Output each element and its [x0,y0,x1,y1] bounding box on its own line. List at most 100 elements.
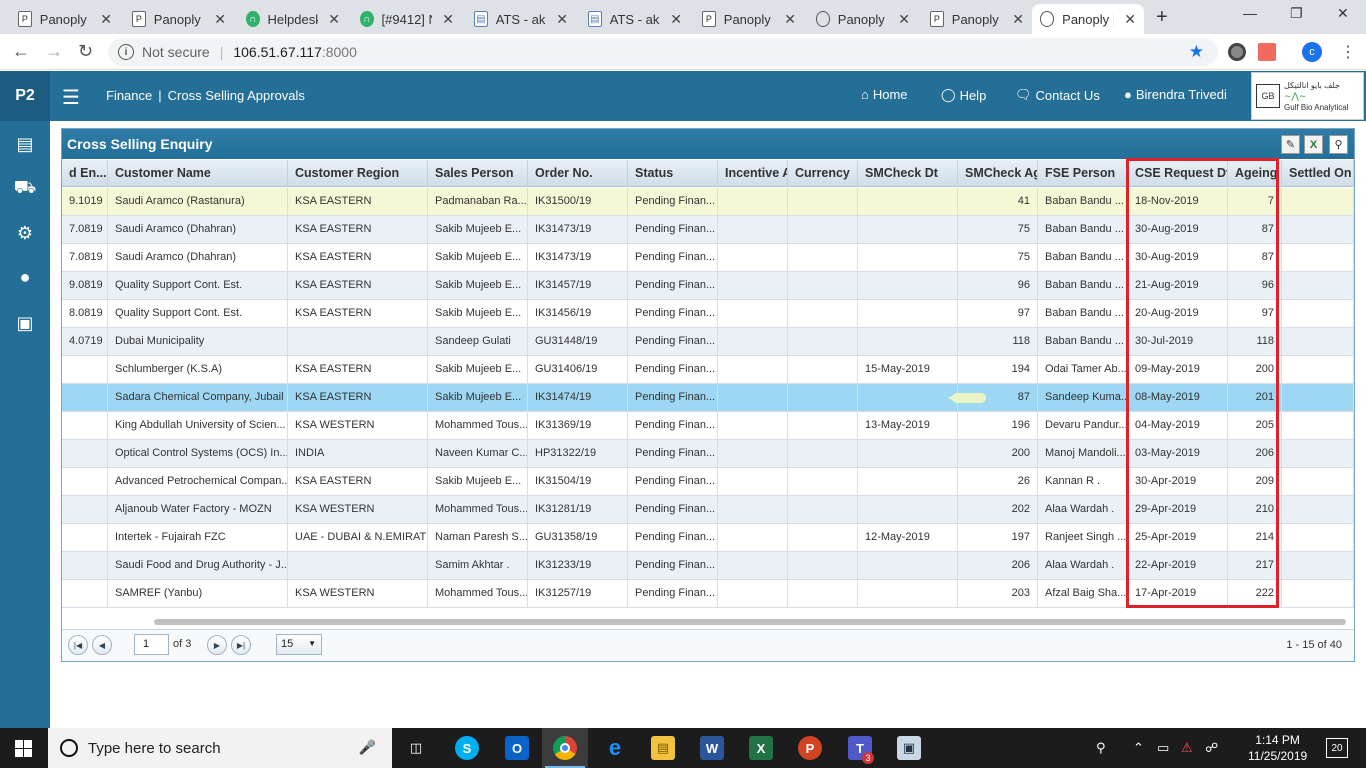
nav-home[interactable]: ⌂ Home [861,87,908,102]
table-row[interactable]: Intertek - Fujairah FZC UAE - DUBAI & N.E… [62,524,1354,552]
table-row[interactable]: Schlumberger (K.S.A) KSA EASTERN Sakib Muj… [62,356,1354,384]
new-tab-icon[interactable]: + [1156,6,1168,29]
table-row[interactable]: 8.0819 Quality Support Cont. Est. KSA EAST… [62,300,1354,328]
column-header[interactable]: d En... [62,160,108,187]
browser-tab[interactable]: P Panoply | ✕ [694,4,804,34]
next-page-icon[interactable]: ▶ [207,635,227,655]
skype-icon[interactable]: S [455,736,479,760]
money-icon[interactable]: ▣ [13,311,37,335]
close-tab-icon[interactable]: ✕ [784,11,796,28]
column-header[interactable]: SMCheck Age [958,160,1038,187]
edit-icon[interactable]: ✎ [1281,135,1300,154]
column-header[interactable]: Sales Person [428,160,528,187]
column-header[interactable]: Incentive A [718,160,788,187]
table-row[interactable]: 7.0819 Saudi Aramco (Dhahran) KSA EASTERN S… [62,244,1354,272]
gear-icon[interactable]: ⚙ [13,221,37,245]
table-row[interactable]: Saudi Food and Drug Authority - J... Sami… [62,552,1354,580]
close-tab-icon[interactable]: ✕ [100,11,112,28]
close-tab-icon[interactable]: ✕ [1012,11,1024,28]
close-tab-icon[interactable]: ✕ [898,11,910,28]
truck-icon[interactable]: ⛟ [13,177,37,201]
taskbar-search[interactable]: Type here to search 🎤 [48,728,392,768]
nav-contact-us[interactable]: 🗨 Contact Us [1015,87,1100,103]
first-page-icon[interactable]: |◀ [68,635,88,655]
nav-user[interactable]: ● Birendra Trivedi [1124,87,1227,102]
table-row[interactable]: King Abdullah University of Scien... KSA … [62,412,1354,440]
column-header[interactable]: Currency [788,160,858,187]
tray-chevron-up-icon[interactable]: ⌃ [1133,740,1144,756]
excel-export-icon[interactable]: X [1304,135,1323,154]
page-size-select[interactable]: 15 ▼ [276,634,322,655]
close-tab-icon[interactable]: ✕ [1124,11,1136,28]
prev-page-icon[interactable]: ◀ [92,635,112,655]
database-icon[interactable]: ▤ [13,132,37,156]
column-header[interactable]: FSE Person [1038,160,1128,187]
last-page-icon[interactable]: ▶| [231,635,251,655]
browser-tab[interactable]: ▤ ATS - akh ✕ [580,4,690,34]
browser-menu-icon[interactable]: ⋮ [1340,42,1356,62]
address-bar[interactable]: i Not secure | 106.51.67.117:8000 ★ [108,38,1218,66]
browser-tab[interactable]: P Panoply | ✕ [124,4,234,34]
powerpoint-icon[interactable]: P [798,736,822,760]
restore-icon[interactable]: ❐ [1290,5,1303,22]
app-logo[interactable]: P2 [0,71,50,121]
column-header[interactable]: Settled On [1282,160,1354,187]
nav-help[interactable]: ◯ Help [941,87,986,103]
table-row[interactable]: 9.1019 Saudi Aramco (Rastanura) KSA EASTER… [62,188,1354,216]
close-tab-icon[interactable]: ✕ [328,11,340,28]
network-app-icon[interactable]: ▣ [897,736,921,760]
page-number-input[interactable]: 1 [134,634,169,655]
close-tab-icon[interactable]: ✕ [442,11,454,28]
minimize-icon[interactable]: — [1243,5,1257,21]
info-icon[interactable]: i [118,44,134,60]
table-row[interactable]: Aljanoub Water Factory - MOZN KSA WESTERN… [62,496,1354,524]
column-header[interactable]: Status [628,160,718,187]
chrome-icon[interactable] [553,736,577,760]
network-icon[interactable]: ☍ [1205,740,1218,756]
people-icon[interactable]: ⚲ [1096,740,1106,756]
outlook-icon[interactable]: O [505,736,529,760]
windows-start-icon[interactable] [15,740,32,757]
extension-cast-icon[interactable] [1258,43,1276,61]
edge-icon[interactable]: e [603,735,627,760]
search-icon[interactable]: ⚲ [1329,135,1348,154]
bookmark-star-icon[interactable]: ★ [1189,42,1204,62]
table-row[interactable]: Optical Control Systems (OCS) In... INDIA… [62,440,1354,468]
forward-icon[interactable]: → [45,41,63,62]
column-header[interactable]: Ageing [1228,160,1282,187]
column-header[interactable]: Order No. [528,160,628,187]
extension-icon[interactable] [1228,43,1246,61]
warning-icon[interactable]: ⚠ [1181,740,1193,756]
system-clock[interactable]: 1:14 PM 11/25/2019 [1248,732,1307,764]
browser-tab[interactable]: Panoply | ✕ [808,4,918,34]
user-icon[interactable]: ● [13,265,37,289]
browser-tab[interactable]: ∩ Helpdesk ✕ [238,4,348,34]
table-row[interactable]: SAMREF (Yanbu) KSA WESTERN Mohammed Tous..… [62,580,1354,608]
scrollbar-thumb[interactable] [154,619,1346,625]
breadcrumb-module[interactable]: Finance [106,88,152,103]
hamburger-menu-icon[interactable]: ☰ [62,85,80,110]
column-header[interactable]: Customer Region [288,160,428,187]
browser-tab[interactable]: ∩ [#9412] N ✕ [352,4,462,34]
word-icon[interactable]: W [700,736,724,760]
table-row[interactable]: 9.0819 Quality Support Cont. Est. KSA EAST… [62,272,1354,300]
battery-icon[interactable]: ▭ [1157,740,1169,756]
table-row[interactable]: 4.0719 Dubai Municipality Sandeep Gulati GU… [62,328,1354,356]
close-tab-icon[interactable]: ✕ [556,11,568,28]
close-tab-icon[interactable]: ✕ [670,11,682,28]
microphone-icon[interactable]: 🎤 [359,739,376,756]
table-row[interactable]: 7.0819 Saudi Aramco (Dhahran) KSA EASTERN S… [62,216,1354,244]
back-icon[interactable]: ← [12,41,30,62]
horizontal-scrollbar[interactable] [62,617,1354,627]
column-header[interactable]: CSE Request Dt [1128,160,1228,187]
reload-icon[interactable]: ↻ [78,41,93,62]
browser-tab[interactable]: Panoply | ✕ [1032,4,1144,34]
table-row[interactable]: Sadara Chemical Company, Jubail KSA EASTE… [62,384,1354,412]
table-row[interactable]: Advanced Petrochemical Compan... KSA EAST… [62,468,1354,496]
column-header[interactable]: SMCheck Dt [858,160,958,187]
close-tab-icon[interactable]: ✕ [214,11,226,28]
close-window-icon[interactable]: ✕ [1337,5,1349,22]
column-header[interactable]: Customer Name [108,160,288,187]
excel-icon[interactable]: X [749,736,773,760]
browser-tab[interactable]: ▤ ATS - akh ✕ [466,4,576,34]
